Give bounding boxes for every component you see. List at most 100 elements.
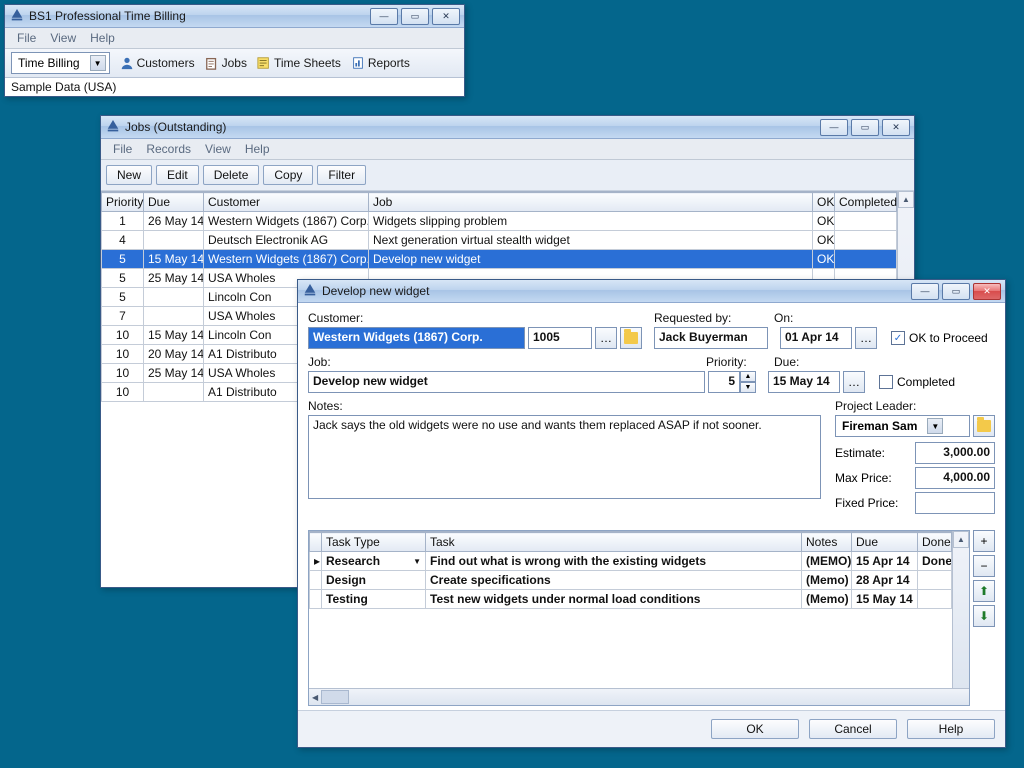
max-price-field[interactable]: 4,000.00 bbox=[915, 467, 995, 489]
menu-view[interactable]: View bbox=[199, 140, 237, 158]
menu-help[interactable]: Help bbox=[84, 29, 121, 47]
estimate-field[interactable]: 3,000.00 bbox=[915, 442, 995, 464]
delete-button[interactable]: Delete bbox=[203, 165, 260, 185]
main-menubar: File View Help bbox=[5, 28, 464, 49]
col-due[interactable]: Due bbox=[144, 193, 204, 212]
scroll-left-icon[interactable]: ◀ bbox=[309, 693, 321, 702]
col-ok[interactable]: OK bbox=[813, 193, 835, 212]
due-date-lookup-button[interactable]: … bbox=[843, 371, 865, 393]
toolbar-customers[interactable]: Customers bbox=[120, 56, 195, 70]
project-leader-combo[interactable]: Fireman Sam ▼ bbox=[835, 415, 970, 437]
ok-proceed-checkbox[interactable]: ✓ OK to Proceed bbox=[891, 331, 988, 345]
detail-titlebar[interactable]: Develop new widget — ▭ ✕ bbox=[298, 280, 1005, 303]
minimize-button[interactable]: — bbox=[370, 8, 398, 25]
customers-icon bbox=[120, 56, 134, 70]
main-title: BS1 Professional Time Billing bbox=[29, 9, 370, 23]
col-task-type[interactable]: Task Type bbox=[322, 533, 426, 552]
new-button[interactable]: New bbox=[106, 165, 152, 185]
col-notes[interactable]: Notes bbox=[802, 533, 852, 552]
table-row[interactable]: 126 May 14Western Widgets (1867) Corp.Wi… bbox=[102, 212, 897, 231]
jobs-menubar: File Records View Help bbox=[101, 139, 914, 160]
cancel-button[interactable]: Cancel bbox=[809, 719, 897, 739]
completed-checkbox[interactable]: Completed bbox=[879, 375, 955, 389]
on-date-field[interactable]: 01 Apr 14 bbox=[780, 327, 852, 349]
detail-footer: OK Cancel Help bbox=[298, 710, 1005, 747]
col-priority[interactable]: Priority bbox=[102, 193, 144, 212]
jobs-titlebar[interactable]: Jobs (Outstanding) — ▭ ✕ bbox=[101, 116, 914, 139]
task-row[interactable]: TestingTest new widgets under normal loa… bbox=[310, 590, 952, 609]
label-notes: Notes: bbox=[308, 397, 821, 415]
col-due[interactable]: Due bbox=[852, 533, 918, 552]
priority-up-button[interactable]: ▲ bbox=[740, 371, 756, 382]
maximize-button[interactable]: ▭ bbox=[851, 119, 879, 136]
job-field[interactable]: Develop new widget bbox=[308, 371, 705, 393]
reports-icon bbox=[351, 56, 365, 70]
task-scrollbar[interactable]: ▲ bbox=[952, 531, 969, 688]
col-done[interactable]: Done bbox=[918, 533, 952, 552]
scroll-up-icon[interactable]: ▲ bbox=[953, 531, 969, 548]
help-button[interactable]: Help bbox=[907, 719, 995, 739]
col-completed[interactable]: Completed bbox=[835, 193, 897, 212]
main-titlebar[interactable]: BS1 Professional Time Billing — ▭ ✕ bbox=[5, 5, 464, 28]
priority-field[interactable]: 5 bbox=[708, 371, 740, 393]
col-customer[interactable]: Customer bbox=[204, 193, 369, 212]
menu-records[interactable]: Records bbox=[140, 140, 197, 158]
move-down-button[interactable]: ⬇ bbox=[973, 605, 995, 627]
on-date-lookup-button[interactable]: … bbox=[855, 327, 877, 349]
add-row-button[interactable]: + bbox=[973, 530, 995, 552]
customer-lookup-button[interactable]: … bbox=[595, 327, 617, 349]
scroll-thumb[interactable] bbox=[321, 690, 349, 704]
menu-file[interactable]: File bbox=[11, 29, 42, 47]
toolbar-jobs[interactable]: Jobs bbox=[205, 56, 247, 70]
project-leader-open-button[interactable] bbox=[973, 415, 995, 437]
edit-button[interactable]: Edit bbox=[156, 165, 199, 185]
remove-row-button[interactable]: − bbox=[973, 555, 995, 577]
maximize-button[interactable]: ▭ bbox=[401, 8, 429, 25]
module-combo[interactable]: Time Billing ▼ bbox=[11, 52, 110, 74]
toolbar-reports[interactable]: Reports bbox=[351, 56, 410, 70]
due-date-field[interactable]: 15 May 14 bbox=[768, 371, 840, 393]
chevron-down-icon[interactable]: ▼ bbox=[927, 418, 943, 434]
chevron-down-icon[interactable]: ▼ bbox=[90, 55, 106, 71]
module-combo-value: Time Billing bbox=[18, 56, 80, 70]
menu-file[interactable]: File bbox=[107, 140, 138, 158]
notes-field[interactable]: Jack says the old widgets were no use an… bbox=[308, 415, 821, 499]
label-on: On: bbox=[774, 309, 864, 327]
minimize-button[interactable]: — bbox=[820, 119, 848, 136]
folder-icon bbox=[624, 332, 638, 344]
minimize-button[interactable]: — bbox=[911, 283, 939, 300]
detail-form: Customer: Requested by: On: Western Widg… bbox=[298, 303, 1005, 710]
scroll-up-icon[interactable]: ▲ bbox=[898, 191, 914, 208]
task-grid[interactable]: Task Type Task Notes Due Done ▸Research▼… bbox=[308, 530, 970, 706]
customer-open-button[interactable] bbox=[620, 327, 642, 349]
priority-down-button[interactable]: ▼ bbox=[740, 382, 756, 393]
customer-field[interactable]: Western Widgets (1867) Corp. bbox=[308, 327, 525, 349]
requested-by-field[interactable]: Jack Buyerman bbox=[654, 327, 768, 349]
close-button[interactable]: ✕ bbox=[432, 8, 460, 25]
jobs-title: Jobs (Outstanding) bbox=[125, 120, 820, 134]
label-customer: Customer: bbox=[308, 309, 654, 327]
label-estimate: Estimate: bbox=[835, 446, 885, 460]
close-button[interactable]: ✕ bbox=[973, 283, 1001, 300]
copy-button[interactable]: Copy bbox=[263, 165, 313, 185]
task-row[interactable]: DesignCreate specifications(Memo)28 Apr … bbox=[310, 571, 952, 590]
label-requested: Requested by: bbox=[654, 309, 774, 327]
menu-help[interactable]: Help bbox=[239, 140, 276, 158]
task-side-buttons: + − ⬆ ⬇ bbox=[973, 530, 995, 706]
close-button[interactable]: ✕ bbox=[882, 119, 910, 136]
filter-button[interactable]: Filter bbox=[317, 165, 366, 185]
table-row[interactable]: 4Deutsch Electronik AGNext generation vi… bbox=[102, 231, 897, 250]
move-up-button[interactable]: ⬆ bbox=[973, 580, 995, 602]
col-job[interactable]: Job bbox=[369, 193, 813, 212]
maximize-button[interactable]: ▭ bbox=[942, 283, 970, 300]
table-row[interactable]: 515 May 14Western Widgets (1867) Corp.De… bbox=[102, 250, 897, 269]
task-hscrollbar[interactable]: ◀ bbox=[309, 688, 969, 705]
customer-no-field[interactable]: 1005 bbox=[528, 327, 592, 349]
menu-view[interactable]: View bbox=[44, 29, 82, 47]
ok-button[interactable]: OK bbox=[711, 719, 799, 739]
toolbar-timesheets[interactable]: Time Sheets bbox=[257, 56, 341, 70]
col-task[interactable]: Task bbox=[426, 533, 802, 552]
folder-icon bbox=[977, 420, 991, 432]
task-row[interactable]: ▸Research▼Find out what is wrong with th… bbox=[310, 552, 952, 571]
fixed-price-field[interactable] bbox=[915, 492, 995, 514]
